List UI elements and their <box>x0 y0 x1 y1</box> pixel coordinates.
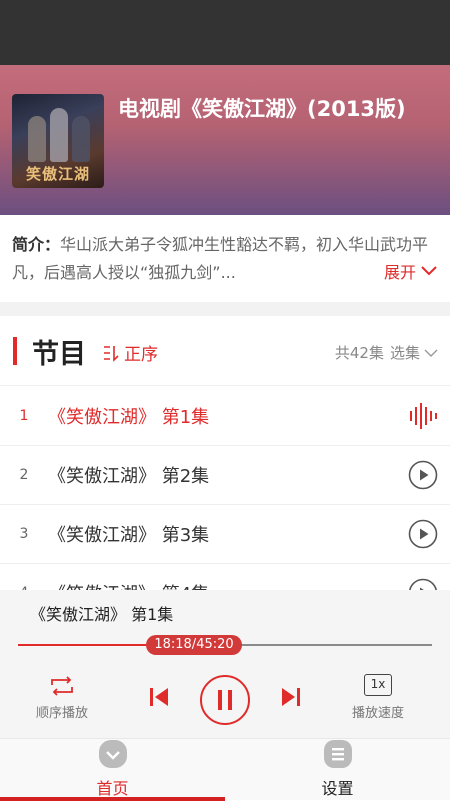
chevron-down-icon <box>421 266 437 276</box>
episode-count: 共42集 <box>334 344 384 362</box>
status-bar <box>0 0 450 65</box>
episode-title: 《笑傲江湖》 第1集 <box>48 407 210 428</box>
tab-settings[interactable]: 设置 <box>225 739 450 801</box>
episode-title: 《笑傲江湖》 第3集 <box>48 525 210 546</box>
episode-title: 《笑傲江湖》 第2集 <box>48 466 210 487</box>
pause-button[interactable] <box>199 674 251 726</box>
now-playing-title: 《笑傲江湖》 第1集 <box>30 605 174 624</box>
tab-home-label: 首页 <box>96 779 129 798</box>
play-order-button[interactable]: 顺序播放 <box>36 674 88 721</box>
section-divider <box>0 302 450 316</box>
sort-label: 正序 <box>124 345 158 365</box>
home-icon <box>98 740 127 768</box>
play-circle-icon[interactable] <box>408 460 438 490</box>
show-title: 电视剧《笑傲江湖》(2013版) <box>118 97 406 121</box>
accent-bar <box>13 337 17 365</box>
cover-image[interactable]: 笑傲江湖 <box>12 94 104 188</box>
select-label: 选集 <box>389 344 420 362</box>
expand-label: 展开 <box>383 263 416 282</box>
speed-label: 播放速度 <box>352 706 405 721</box>
playing-equalizer-icon <box>408 401 438 431</box>
bottom-tab-bar: 首页 设置 <box>0 738 450 801</box>
repeat-icon <box>51 676 73 696</box>
tab-settings-label: 设置 <box>321 779 354 798</box>
intro-label: 简介： <box>12 235 61 254</box>
skip-next-icon <box>282 688 300 706</box>
intro-text-block: 简介：华山派大弟子令狐冲生性豁达不羁，初入华山武功平凡，后遇高人授以“独孤九剑”… <box>12 231 438 291</box>
progress-thumb-time[interactable]: 18:18/45:20 <box>146 635 242 655</box>
episode-row[interactable]: 2 《笑傲江湖》 第2集 <box>0 446 450 505</box>
settings-icon <box>323 740 352 768</box>
chevron-down-icon <box>424 349 438 357</box>
episode-number: 2 <box>19 467 29 483</box>
play-circle-icon[interactable] <box>408 519 438 549</box>
episode-number: 3 <box>19 526 29 542</box>
play-order-label: 顺序播放 <box>36 706 89 721</box>
cover-logo-text: 笑傲江湖 <box>25 165 90 183</box>
show-header: 笑傲江湖 电视剧《笑傲江湖》(2013版) <box>0 65 450 215</box>
episode-select[interactable]: 共42集 选集 <box>335 342 438 363</box>
episodes-header: 节目 正序 共42集 选集 <box>0 316 450 386</box>
skip-previous-icon <box>150 688 168 706</box>
next-button[interactable] <box>278 684 304 710</box>
active-tab-indicator <box>0 797 225 801</box>
sort-button[interactable]: 正序 <box>102 340 158 365</box>
episode-number: 1 <box>19 408 29 424</box>
episode-row[interactable]: 1 《笑傲江湖》 第1集 <box>0 387 450 446</box>
episode-row[interactable]: 3 《笑傲江湖》 第3集 <box>0 505 450 564</box>
speed-value: 1x <box>370 677 386 691</box>
playback-speed-button[interactable]: 1x 播放速度 <box>352 674 404 721</box>
mini-player: 《笑傲江湖》 第1集 18:18/45:20 顺序播放 1x 播放速度 <box>0 590 450 738</box>
expand-button[interactable]: 展开 <box>377 259 438 283</box>
speed-icon: 1x <box>364 674 392 696</box>
intro-section: 简介：华山派大弟子令狐冲生性豁达不羁，初入华山武功平凡，后遇高人授以“独孤九剑”… <box>0 215 450 305</box>
previous-button[interactable] <box>146 684 172 710</box>
pause-icon <box>200 675 250 725</box>
intro-text: 华山派大弟子令狐冲生性豁达不羁，初入华山武功平凡，后遇高人授以“独孤九剑”... <box>12 235 429 282</box>
section-title: 节目 <box>32 339 86 370</box>
sort-icon <box>104 345 119 362</box>
tab-home[interactable]: 首页 <box>0 739 225 801</box>
